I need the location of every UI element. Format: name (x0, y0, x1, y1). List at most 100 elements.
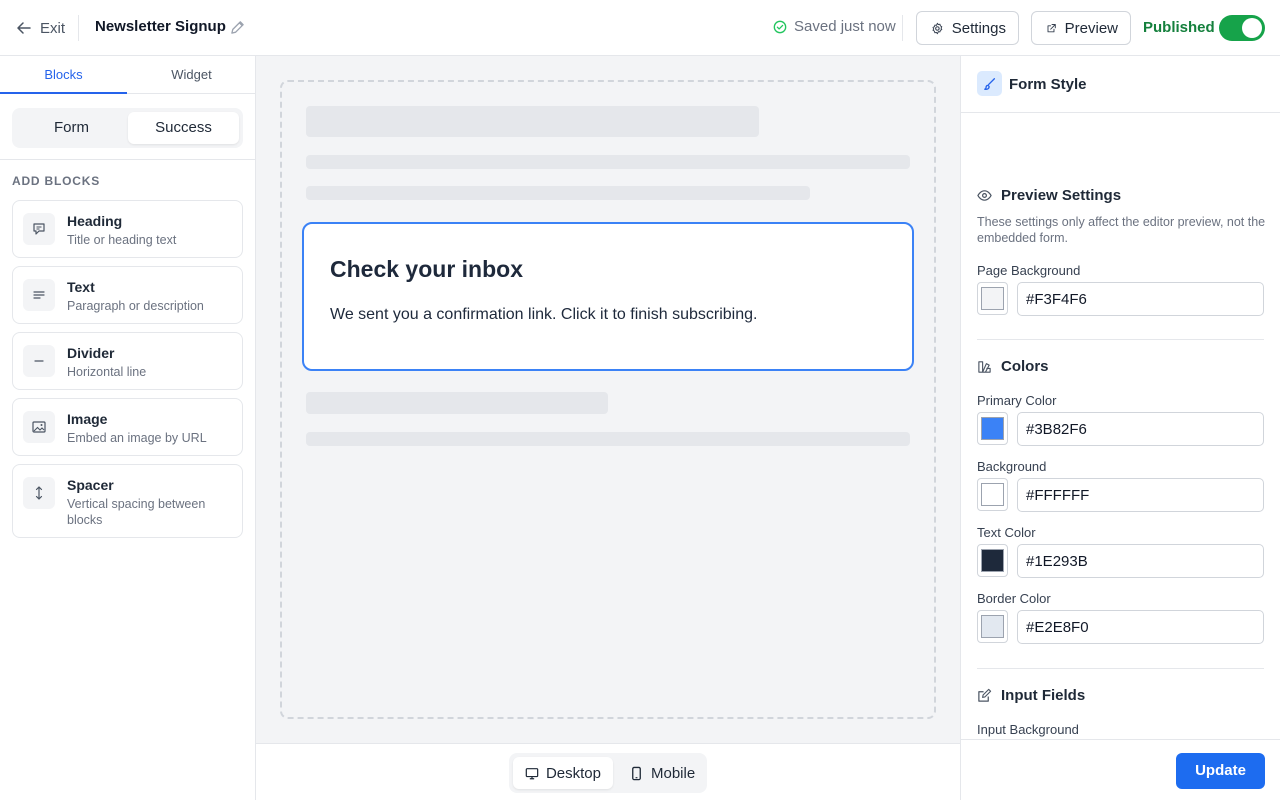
device-desktop-button[interactable]: Desktop (513, 757, 613, 789)
swatch-color (981, 417, 1004, 440)
divider (977, 339, 1264, 340)
toggle-knob (1242, 18, 1262, 38)
check-circle-icon (773, 20, 787, 33)
background-swatch[interactable] (977, 478, 1008, 511)
external-link-icon (1047, 23, 1056, 32)
block-text[interactable]: Text Paragraph or description (12, 266, 243, 324)
border-color-swatch[interactable] (977, 610, 1008, 643)
divider (902, 15, 903, 41)
edit-square-icon (978, 688, 992, 702)
colors-heading: Colors (977, 358, 1049, 375)
section-title: Colors (1001, 358, 1049, 375)
text-lines-icon (23, 279, 55, 311)
exit-button[interactable]: Exit (16, 18, 65, 38)
primary-color-swatch[interactable] (977, 412, 1008, 445)
mobile-label: Mobile (651, 764, 696, 782)
skeleton-block (306, 106, 759, 137)
device-bar: Desktop Mobile (256, 743, 960, 800)
palette-icon (978, 361, 991, 373)
panel-footer: Update (961, 739, 1280, 800)
text-color-label: Text Color (977, 525, 1036, 540)
block-divider[interactable]: Divider Horizontal line (12, 332, 243, 390)
form-title: Newsletter Signup (95, 18, 226, 35)
tab-widget[interactable]: Widget (128, 56, 255, 94)
border-color-label: Border Color (977, 591, 1051, 606)
settings-button[interactable]: Settings (916, 11, 1019, 45)
block-desc: Horizontal line (67, 365, 147, 379)
block-name: Image (67, 411, 108, 427)
arrow-left-icon (17, 22, 31, 34)
background-input[interactable] (1017, 478, 1264, 512)
pencil-icon[interactable] (230, 20, 245, 35)
page-background-swatch[interactable] (977, 282, 1008, 315)
preview-button[interactable]: Preview (1031, 11, 1131, 45)
swatch-color (981, 615, 1004, 638)
block-heading[interactable]: Heading Title or heading text (12, 200, 243, 258)
preview-settings-desc: These settings only affect the editor pr… (977, 215, 1266, 245)
border-color-input[interactable] (1017, 610, 1264, 644)
published-label: Published (1143, 19, 1215, 36)
add-blocks-heading: ADD BLOCKS (12, 174, 100, 188)
settings-label: Settings (951, 19, 1006, 37)
tab-blocks[interactable]: Blocks (0, 56, 127, 94)
divider (78, 15, 79, 41)
primary-color-input[interactable] (1017, 412, 1264, 446)
monitor-icon (525, 767, 539, 779)
update-button[interactable]: Update (1176, 753, 1265, 789)
block-name: Heading (67, 213, 123, 229)
text-color-input[interactable] (1017, 544, 1264, 578)
text-color-swatch[interactable] (977, 544, 1008, 577)
page-background-label: Page Background (977, 263, 1081, 278)
right-panel: Form Style Preview Settings These settin… (960, 56, 1280, 800)
save-status-text: Saved just now (794, 18, 896, 35)
input-background-label: Input Background (977, 722, 1079, 737)
form-success-toggle: Form Success (12, 108, 243, 148)
vertical-arrows-icon (23, 477, 55, 509)
preview-settings-heading: Preview Settings (977, 187, 1121, 204)
preview-label: Preview (1064, 19, 1118, 37)
top-bar: Exit Newsletter Signup Saved just now Se… (0, 0, 1280, 56)
success-heading: Check your inbox (330, 256, 523, 282)
panel-title: Form Style (1009, 76, 1087, 93)
segment-form[interactable]: Form (16, 112, 127, 144)
block-name: Divider (67, 345, 115, 361)
skeleton-block (306, 392, 608, 414)
swatch-color (981, 287, 1004, 310)
divider (977, 668, 1264, 669)
section-title: Input Fields (1001, 687, 1086, 704)
block-desc: Embed an image by URL (67, 431, 207, 445)
block-name: Text (67, 279, 95, 295)
swatch-color (981, 549, 1004, 572)
block-desc: Paragraph or description (67, 299, 204, 313)
section-title: Preview Settings (1001, 187, 1122, 204)
panel-header: Form Style (961, 56, 1280, 113)
block-spacer[interactable]: Spacer Vertical spacing between blocks (12, 464, 243, 538)
block-name: Spacer (67, 477, 114, 493)
success-message-block[interactable]: Check your inbox We sent you a confirmat… (302, 222, 914, 371)
save-status: Saved just now (773, 18, 896, 35)
exit-label: Exit (40, 19, 66, 37)
heading-icon (23, 213, 55, 245)
skeleton-line (306, 186, 810, 200)
gear-icon (932, 22, 943, 34)
success-text: We sent you a confirmation link. Click i… (330, 306, 758, 323)
block-desc: Vertical spacing between blocks (67, 497, 206, 527)
device-mobile-button[interactable]: Mobile (617, 757, 707, 789)
input-fields-heading: Input Fields (977, 687, 1085, 704)
phone-icon (632, 766, 641, 780)
editor-canvas-area: Check your inbox We sent you a confirmat… (256, 56, 960, 744)
device-toggle: Desktop Mobile (509, 753, 707, 793)
divider (0, 159, 255, 160)
divider-icon (23, 345, 55, 377)
skeleton-line (306, 155, 910, 169)
block-image[interactable]: Image Embed an image by URL (12, 398, 243, 456)
style-settings-scroll[interactable]: Preview Settings These settings only aff… (961, 113, 1280, 739)
published-toggle[interactable] (1219, 15, 1265, 41)
background-label: Background (977, 459, 1047, 474)
page-background-input[interactable] (1017, 282, 1264, 316)
panel-tabs: Blocks Widget (0, 56, 255, 94)
swatch-color (981, 483, 1004, 506)
primary-color-label: Primary Color (977, 393, 1057, 408)
segment-success[interactable]: Success (128, 112, 239, 144)
image-icon (23, 411, 55, 443)
